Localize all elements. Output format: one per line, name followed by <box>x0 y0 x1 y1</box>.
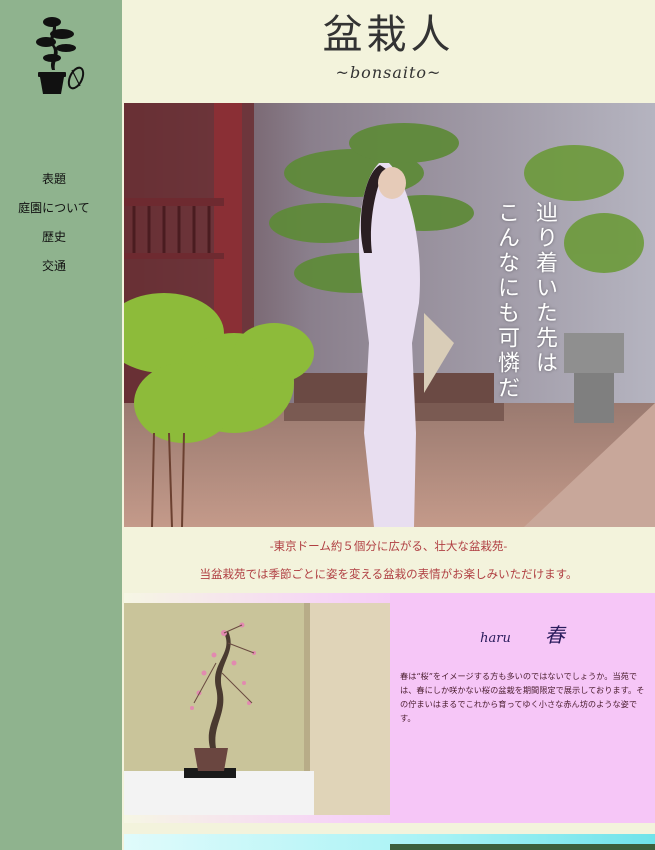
season-kanji: 春 <box>544 623 565 647</box>
bonsai-logo-icon[interactable] <box>32 12 88 98</box>
sidebar: 表題 庭園について 歴史 交通 <box>0 0 122 850</box>
nav-item-access[interactable]: 交通 <box>0 255 108 284</box>
intro-description: 当盆栽苑では季節ごとに姿を変える盆栽の表情がお楽しみいただけます。 <box>199 567 578 581</box>
season-romaji: haru <box>480 631 511 646</box>
season-info-panel: haru 春 春は“桜”をイメージする方も多いのではないでしょうか。当苑では、春に… <box>390 593 655 823</box>
next-season-image <box>390 844 655 850</box>
page-title: 盆栽人 <box>322 12 455 58</box>
season-section-spring: haru 春 春は“桜”をイメージする方も多いのではないでしょうか。当苑では、春に… <box>124 593 655 823</box>
main-nav: 表題 庭園について 歴史 交通 <box>0 168 108 284</box>
hero-caption: 辿り着いた先は こんなにも可憐だ <box>487 201 563 401</box>
spring-bonsai-image <box>124 603 390 815</box>
hero-image: 辿り着いた先は こんなにも可憐だ <box>124 103 655 527</box>
next-season-section <box>124 834 655 850</box>
intro-tagline: -東京ドーム約５個分に広がる、壮大な盆栽苑- <box>269 539 508 553</box>
main-content: 盆栽人 ~bonsaito~ 辿り着いた先は こんなにも可憐だ -東京ドーム約５… <box>122 0 655 850</box>
nav-item-history[interactable]: 歴史 <box>0 226 108 255</box>
nav-item-title[interactable]: 表題 <box>0 168 108 197</box>
season-title: haru 春 <box>390 619 655 648</box>
nav-item-about-garden[interactable]: 庭園について <box>0 197 108 226</box>
hero-caption-line-1: 辿り着いた先は <box>532 201 557 376</box>
season-description: 春は“桜”をイメージする方も多いのではないでしょうか。当苑では、春にしか咲かない… <box>400 671 645 723</box>
hero-caption-line-2: こんなにも可憐だ <box>494 201 519 401</box>
page-subtitle: ~bonsaito~ <box>335 63 442 82</box>
